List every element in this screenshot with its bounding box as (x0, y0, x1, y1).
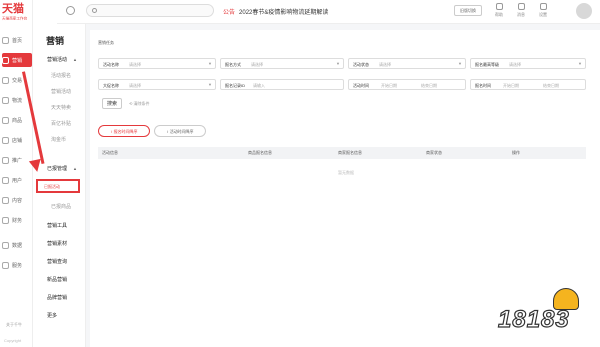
signup-time-range[interactable]: 报名时间 开始日期 结束日期 (470, 79, 586, 90)
help-icon (495, 3, 503, 10)
sidenav-title: 营销 (46, 36, 65, 46)
record-id-input[interactable]: 报名记录ID 请输入 (220, 79, 344, 90)
search-button[interactable]: 搜索 (102, 98, 122, 109)
data-icon (2, 241, 9, 249)
sort-signup-time-button[interactable]: ↕ 报名时间降序 (98, 125, 150, 137)
logo-text: 天猫 (2, 3, 24, 15)
home-icon (2, 36, 9, 44)
promotion-icon (2, 156, 9, 164)
nav-group-manage[interactable]: 已报管理 ▲ (47, 165, 77, 172)
user-icon (2, 176, 9, 184)
column-activity-info: 活动信息 (102, 150, 118, 155)
rail-item-data[interactable]: 数据 (2, 238, 32, 252)
promo-name-select[interactable]: 大促名称 请选择 ▼ (98, 79, 216, 90)
rail-item-service[interactable]: 服务 (2, 258, 32, 272)
clock-icon[interactable] (66, 6, 75, 15)
nav-item-subsidy[interactable]: 百亿补贴 (51, 120, 71, 127)
nav-item-materials[interactable]: 营销素材 (47, 240, 67, 247)
chevron-up-icon: ▲ (73, 166, 77, 171)
finance-icon (2, 216, 9, 224)
column-actions: 操作 (512, 150, 520, 155)
annotation-arrowhead (28, 158, 44, 174)
rail-item-home[interactable]: 首页 (2, 33, 32, 47)
marketing-sidenav: 营销 营销活动 ▲ 活动报名 营销活动 天天特卖 百亿补贴 淘金币 已报管理 ▲ 已… (33, 0, 86, 347)
activity-status-select[interactable]: 活动状态 请选择 ▼ (348, 58, 466, 69)
app-rail: 天猫 天猫商家工作台 首页 营销 交易 物流 商品 店铺 推广 用户 内容 财务… (0, 0, 33, 347)
nav-item-query[interactable]: 营销查询 (47, 258, 67, 265)
signup-level-select[interactable]: 报名最高等级 请选择 ▼ (470, 58, 586, 69)
nav-item-marketing[interactable]: 营销活动 (51, 88, 71, 95)
activity-name-select[interactable]: 活动名称 请选择 ▼ (98, 58, 216, 69)
activity-time-range[interactable]: 活动时间 开始日期 结束日期 (348, 79, 466, 90)
logo-subtitle: 天猫商家工作台 (2, 16, 28, 21)
top-bar: 公告 2022春节&疫情影响物流延期解读 旧版切换 帮助 消息 设置 (57, 0, 600, 24)
empty-state: 暂无数据 (338, 170, 354, 175)
switch-version-button[interactable]: 旧版切换 (454, 5, 482, 16)
brand-logo[interactable]: 天猫 天猫商家工作台 (2, 3, 32, 27)
notice-banner[interactable]: 公告 2022春节&疫情影响物流延期解读 (223, 7, 328, 16)
nav-group-activities[interactable]: 营销活动 ▲ (47, 56, 77, 63)
settings-button[interactable]: 设置 (534, 3, 552, 18)
nav-item-daily-deals[interactable]: 天天特卖 (51, 104, 71, 111)
signup-method-select[interactable]: 报名方式 请选择 ▼ (220, 58, 344, 69)
nav-item-tools[interactable]: 营销工具 (47, 222, 67, 229)
rail-footer-link[interactable]: 关于千牛 (6, 322, 22, 328)
rail-item-finance[interactable]: 财务 (2, 213, 32, 227)
sort-activity-time-button[interactable]: ↕ 活动时间降序 (154, 125, 206, 137)
nav-item-brand[interactable]: 品牌营销 (47, 294, 67, 301)
watermark-text: 18183 (497, 305, 570, 333)
nav-item-coins[interactable]: 淘金币 (51, 136, 66, 143)
chevron-down-icon: ▼ (578, 61, 582, 66)
nav-item-new-products[interactable]: 新品营销 (47, 276, 67, 283)
service-icon (2, 261, 9, 269)
rail-item-marketing[interactable]: 营销 (2, 53, 32, 67)
content-icon (2, 196, 9, 204)
search-input[interactable] (86, 4, 214, 17)
rail-item-shop[interactable]: 店铺 (2, 133, 32, 147)
column-goods-signup: 商品报名信息 (248, 150, 272, 155)
rail-item-goods[interactable]: 商品 (2, 113, 32, 127)
table-header: 活动信息 商品报名信息 商家报名信息 商家状态 操作 (98, 147, 586, 159)
rail-item-content[interactable]: 内容 (2, 193, 32, 207)
chevron-down-icon: ▼ (336, 61, 340, 66)
chevron-up-icon: ▲ (73, 57, 77, 62)
message-icon (517, 3, 525, 10)
copyright-text: Copyright (4, 338, 22, 343)
notice-text: 2022春节&疫情影响物流延期解读 (239, 10, 329, 16)
settings-icon (539, 3, 547, 10)
rail-item-users[interactable]: 用户 (2, 173, 32, 187)
chevron-down-icon: ▼ (208, 82, 212, 87)
goods-icon (2, 116, 9, 124)
trade-icon (2, 76, 9, 84)
marketing-icon (2, 56, 9, 64)
watermark-logo: 18183 (497, 288, 590, 338)
nav-item-signed-goods[interactable]: 已报商品 (51, 203, 71, 210)
nav-item-activity-signup[interactable]: 活动报名 (51, 72, 71, 79)
logistics-icon (2, 96, 9, 104)
chevron-down-icon: ▼ (458, 61, 462, 66)
notice-tag: 公告 (223, 10, 236, 16)
help-button[interactable]: 帮助 (490, 3, 508, 18)
column-merchant-status: 商家状态 (426, 150, 442, 155)
chevron-down-icon: ▼ (208, 61, 212, 66)
column-merchant-signup: 商家报名信息 (338, 150, 362, 155)
section-label: 营销任务 (98, 40, 114, 45)
avatar[interactable] (576, 3, 592, 19)
nav-item-signed-activities[interactable]: 已报活动 (36, 179, 80, 193)
reset-filters-link[interactable]: ⟲ 清除条件 (129, 101, 149, 107)
nav-item-more[interactable]: 更多 (47, 312, 57, 319)
search-icon (92, 8, 97, 13)
message-button[interactable]: 消息 (512, 3, 530, 18)
shop-icon (2, 136, 9, 144)
rail-item-promotion[interactable]: 推广 (2, 153, 32, 167)
